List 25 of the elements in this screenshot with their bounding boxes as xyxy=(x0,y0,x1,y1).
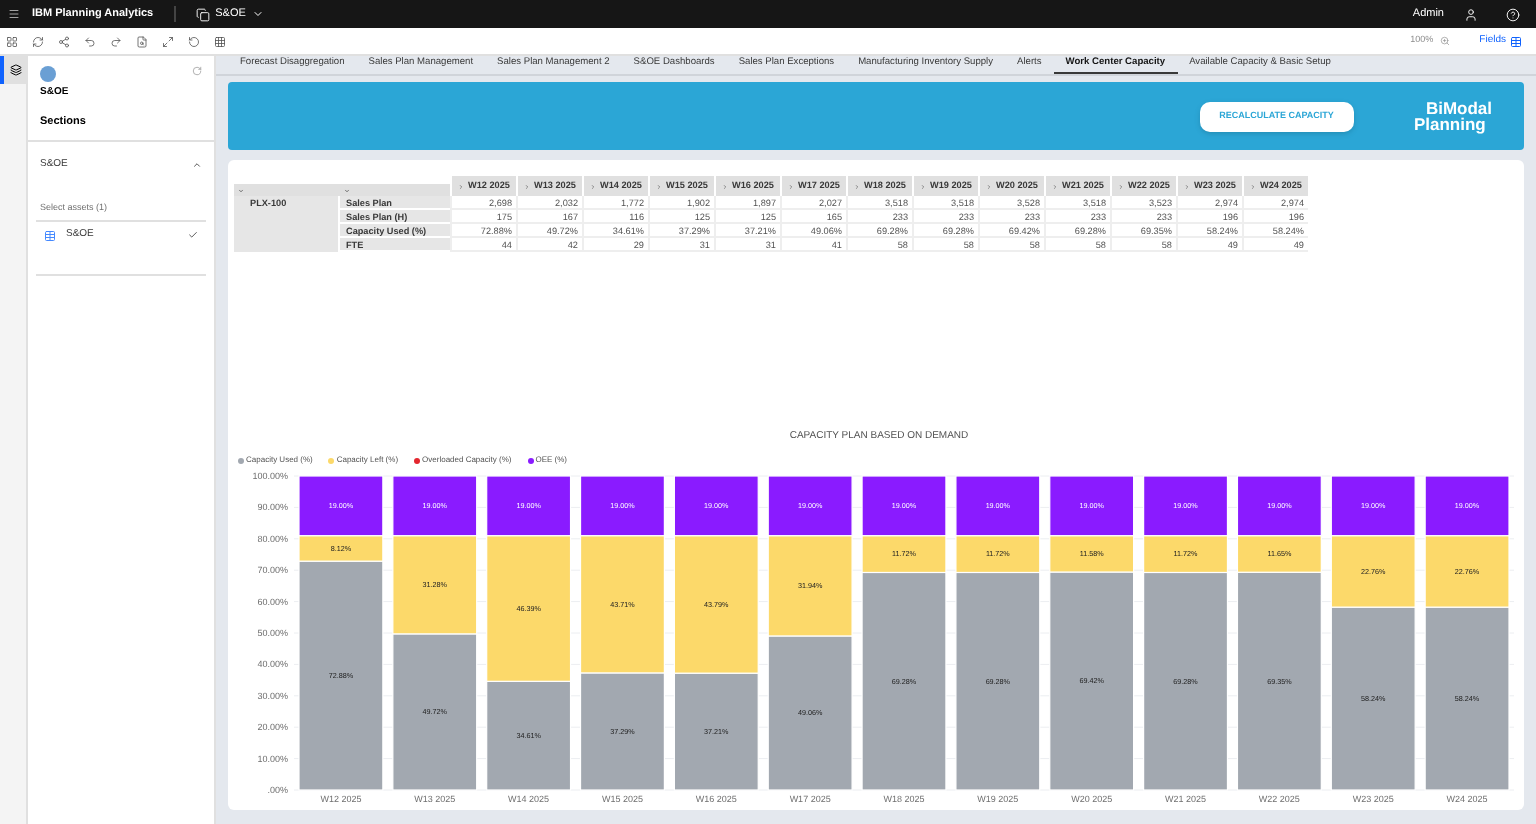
layers-icon xyxy=(9,64,21,76)
bar-segment xyxy=(1330,475,1416,537)
bar-segment xyxy=(579,672,665,791)
app-logo-icon xyxy=(40,66,56,82)
refresh-icon[interactable] xyxy=(32,35,44,47)
help-icon[interactable] xyxy=(1506,7,1520,21)
caret-icon xyxy=(251,8,264,20)
share-icon[interactable] xyxy=(58,35,70,47)
table-icon[interactable] xyxy=(214,35,226,47)
search-document-icon[interactable] xyxy=(136,35,148,47)
bar-segment xyxy=(486,680,572,791)
undo-icon[interactable] xyxy=(84,35,96,47)
check-icon xyxy=(188,230,198,241)
table-icon xyxy=(44,229,56,242)
redo-icon[interactable] xyxy=(110,35,122,47)
grid-icon[interactable] xyxy=(6,35,18,47)
bar-segment xyxy=(673,672,759,791)
menu-icon[interactable] xyxy=(8,8,20,20)
user-icon[interactable] xyxy=(1464,7,1478,21)
reset-icon[interactable] xyxy=(188,35,200,47)
bar-segment xyxy=(1424,475,1510,537)
bimodal-logo: BiModal Planning xyxy=(1413,100,1492,132)
table-icon xyxy=(1510,35,1522,47)
copy-icon xyxy=(195,7,210,21)
chevron-up-icon xyxy=(192,160,202,170)
